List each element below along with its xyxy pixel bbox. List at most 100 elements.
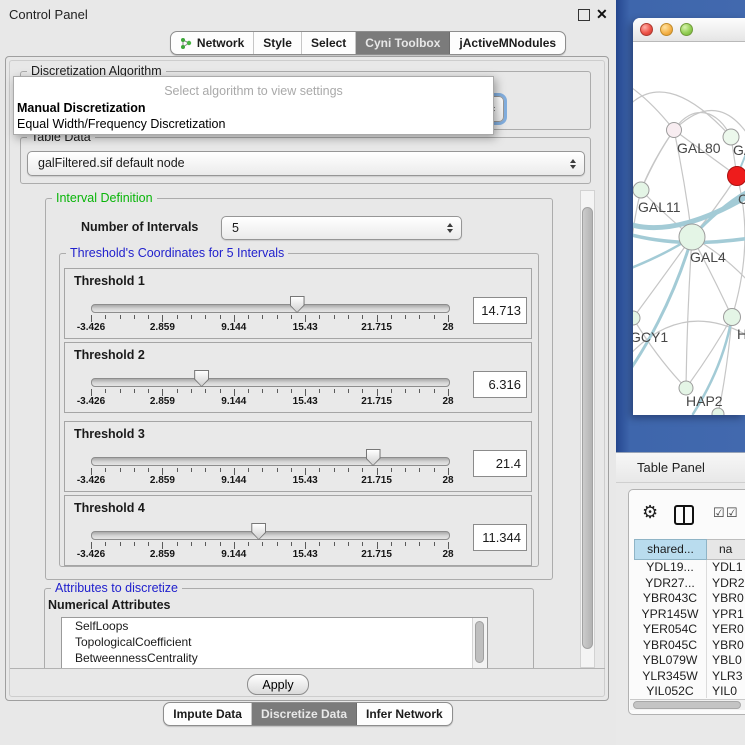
cell-shared-name[interactable]: YPR145W — [634, 607, 707, 623]
panel-scrollbar[interactable] — [580, 190, 595, 668]
top-tab-jactivemnodules[interactable]: jActiveMNodules — [450, 32, 565, 54]
cell-name[interactable]: YER0 — [707, 622, 745, 638]
popup-item-equal-width-frequency[interactable]: Equal Width/Frequency Discretization — [17, 116, 490, 132]
number-of-intervals-combo[interactable]: 5 — [221, 216, 462, 240]
threshold-value-field[interactable]: 6.316 — [473, 371, 527, 398]
bottom-tab-infer-network[interactable]: Infer Network — [357, 703, 452, 725]
network-edge[interactable] — [633, 237, 692, 377]
column-header-shared-name[interactable]: shared... — [634, 539, 707, 560]
popup-placeholder-item[interactable]: Select algorithm to view settings — [17, 83, 490, 99]
table-data-combo[interactable]: galFiltered.sif default node — [27, 151, 585, 176]
cell-name[interactable]: YIL0 — [707, 684, 745, 698]
slider-tick-label: 2.859 — [150, 549, 175, 560]
threshold-slider-track[interactable] — [91, 531, 450, 540]
cell-shared-name[interactable]: YBR045C — [634, 638, 707, 654]
threshold-slider-track[interactable] — [91, 457, 450, 466]
network-node[interactable] — [633, 182, 649, 198]
zoom-traffic-light-icon[interactable] — [680, 23, 693, 36]
cell-shared-name[interactable]: YDL19... — [634, 560, 707, 576]
top-tab-cyni-toolbox[interactable]: Cyni Toolbox — [356, 32, 450, 54]
cell-shared-name[interactable]: YER054C — [634, 622, 707, 638]
top-tab-select[interactable]: Select — [302, 32, 356, 54]
table-row[interactable]: YDR27...YDR2 — [634, 576, 745, 592]
cell-name[interactable]: YLR3 — [707, 669, 745, 685]
threshold-slider-track[interactable] — [91, 304, 450, 313]
table-row[interactable]: YBR043CYBR0 — [634, 591, 745, 607]
tab-label: Select — [311, 32, 346, 54]
gear-icon[interactable]: ⚙ — [642, 502, 658, 522]
column-header-name[interactable]: na — [707, 539, 745, 560]
threshold-value-field[interactable]: 14.713 — [473, 297, 527, 324]
slider-tick — [120, 542, 121, 546]
top-tab-style[interactable]: Style — [254, 32, 302, 54]
slider-tick — [391, 389, 392, 393]
cell-shared-name[interactable]: YDR27... — [634, 576, 707, 592]
top-tab-network[interactable]: Network — [171, 32, 254, 54]
network-edge[interactable] — [633, 237, 692, 318]
slider-tick — [91, 389, 92, 396]
network-edge[interactable] — [641, 130, 674, 190]
network-node[interactable] — [679, 224, 705, 250]
cell-shared-name[interactable]: YIL052C — [634, 684, 707, 698]
network-node[interactable] — [712, 408, 724, 415]
network-node[interactable] — [728, 167, 745, 186]
cell-name[interactable]: YBL0 — [707, 653, 745, 669]
panel-scrollbar-thumb[interactable] — [582, 207, 593, 649]
slider-tick — [277, 542, 278, 546]
popup-item-manual-discretization[interactable]: Manual Discretization — [17, 100, 490, 116]
slider-tick — [419, 389, 420, 393]
table-row[interactable]: YPR145WYPR1 — [634, 607, 745, 623]
close-traffic-light-icon[interactable] — [640, 23, 653, 36]
threshold-slider-track[interactable] — [91, 378, 450, 387]
checkbox-icon[interactable]: ☑ — [713, 505, 725, 521]
attribute-list-item[interactable]: SelfLoops — [62, 618, 487, 634]
threshold-value-field[interactable]: 21.4 — [473, 450, 527, 477]
slider-tick — [105, 389, 106, 393]
cell-name[interactable]: YDR2 — [707, 576, 745, 592]
float-window-icon[interactable] — [578, 9, 590, 21]
attribute-list-item[interactable]: BetweennessCentrality — [62, 650, 487, 666]
slider-tick — [162, 468, 163, 475]
attributes-list-scrollbar[interactable] — [472, 618, 487, 668]
table-row[interactable]: YBL079WYBL0 — [634, 653, 745, 669]
threshold-value-field[interactable]: 11.344 — [473, 524, 527, 551]
network-edge[interactable] — [633, 82, 674, 130]
slider-tick — [234, 315, 235, 322]
split-column-icon[interactable] — [674, 505, 694, 525]
attribute-list-item[interactable]: TopologicalCoefficient — [62, 634, 487, 650]
table-row[interactable]: YLR345WYLR3 — [634, 669, 745, 685]
table-hscrollbar[interactable] — [630, 699, 745, 710]
minimize-traffic-light-icon[interactable] — [660, 23, 673, 36]
checkbox-icon[interactable]: ☑ — [726, 505, 738, 521]
network-node[interactable] — [633, 311, 640, 325]
table-row[interactable]: YDL19...YDL1 — [634, 560, 745, 576]
cell-name[interactable]: YPR1 — [707, 607, 745, 623]
cell-name[interactable]: YBR0 — [707, 638, 745, 654]
network-node[interactable] — [724, 309, 741, 326]
slider-tick — [248, 315, 249, 319]
number-of-intervals-label: Number of Intervals — [81, 220, 198, 234]
network-edge[interactable] — [641, 130, 674, 190]
slider-tick — [134, 315, 135, 319]
network-canvas[interactable]: GAL80GAGAL11CGAL4GCY1HHAP2 — [633, 42, 745, 415]
bottom-tab-impute-data[interactable]: Impute Data — [164, 703, 252, 725]
network-edge[interactable] — [633, 92, 731, 137]
network-node[interactable] — [667, 123, 682, 138]
scrollbar-thumb[interactable] — [475, 621, 484, 663]
table-hscrollbar-thumb[interactable] — [633, 701, 741, 709]
cell-shared-name[interactable]: YLR345W — [634, 669, 707, 685]
network-edge[interactable] — [674, 112, 731, 137]
close-icon[interactable]: ✕ — [596, 5, 608, 23]
table-row[interactable]: YIL052CYIL0 — [634, 684, 745, 698]
cell-shared-name[interactable]: YBL079W — [634, 653, 707, 669]
bottom-tab-discretize-data[interactable]: Discretize Data — [252, 703, 357, 725]
cell-shared-name[interactable]: YBR043C — [634, 591, 707, 607]
cell-name[interactable]: YBR0 — [707, 591, 745, 607]
apply-button[interactable]: Apply — [247, 674, 309, 695]
table-row[interactable]: YER054CYER0 — [634, 622, 745, 638]
table-row[interactable]: YBR045CYBR0 — [634, 638, 745, 654]
cell-name[interactable]: YDL1 — [707, 560, 745, 576]
slider-tick — [334, 468, 335, 472]
numerical-attributes-list[interactable]: SelfLoopsTopologicalCoefficientBetweenne… — [61, 617, 488, 668]
slider-tick — [362, 468, 363, 472]
